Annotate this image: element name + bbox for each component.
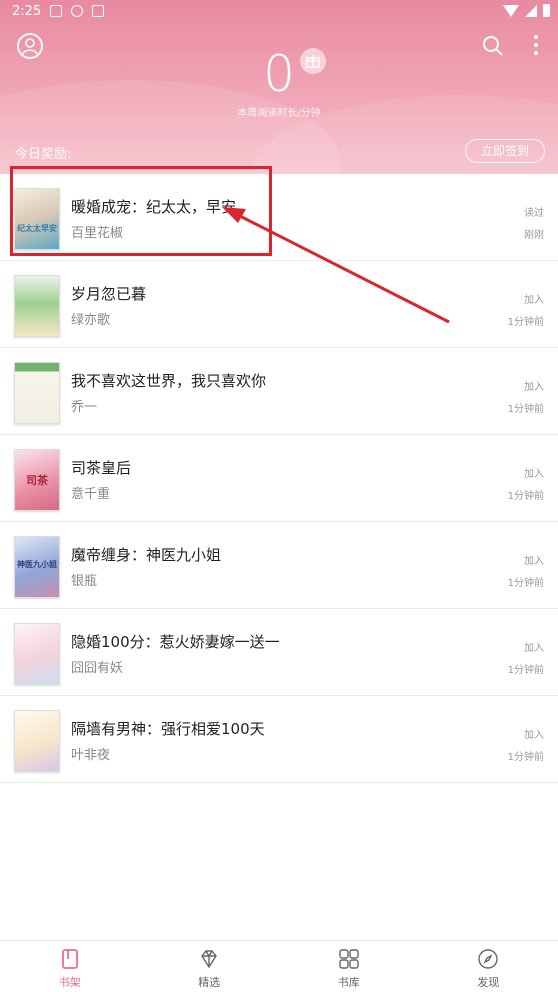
tab-library[interactable]: 书库 xyxy=(279,941,419,992)
battery-icon xyxy=(543,4,550,17)
book-row[interactable]: 司茶 司茶皇后 意千重 加入 1分钟前 xyxy=(0,435,558,522)
book-time: 1分钟前 xyxy=(507,404,544,415)
sync-icon xyxy=(71,5,83,17)
wifi-icon xyxy=(503,4,519,17)
tab-label: 精选 xyxy=(198,976,221,989)
signal-icon xyxy=(525,4,537,17)
cover-text: 神医九小姐 xyxy=(17,560,57,569)
tab-featured[interactable]: 精选 xyxy=(140,941,280,992)
book-status: 加入 xyxy=(524,382,544,393)
book-time: 刚刚 xyxy=(524,230,544,241)
book-row[interactable]: 隐婚100分：惹火娇妻嫁一送一 囧囧有妖 加入 1分钟前 xyxy=(0,609,558,696)
book-status: 加入 xyxy=(524,730,544,741)
book-status: 加入 xyxy=(524,295,544,306)
book-cover: 司茶 xyxy=(14,449,60,511)
tab-discover[interactable]: 发现 xyxy=(419,941,558,992)
book-time: 1分钟前 xyxy=(507,665,544,676)
cover-text: 司茶 xyxy=(26,474,48,487)
book-list: 纪太太早安 暖婚成宠：纪太太，早安 百里花椒 读过 刚刚 岁月忽已暮 绿亦歌 加… xyxy=(0,174,558,783)
book-title: 司茶皇后 xyxy=(71,459,132,477)
app-icon xyxy=(92,5,104,17)
book-title: 我不喜欢这世界，我只喜欢你 xyxy=(71,372,267,390)
book-row[interactable]: 岁月忽已暮 绿亦歌 加入 1分钟前 xyxy=(0,261,558,348)
book-title: 魔帝缠身：神医九小姐 xyxy=(71,546,222,564)
status-time: 2:25 xyxy=(12,4,42,19)
book-cover xyxy=(14,710,60,772)
book-title: 隐婚100分：惹火娇妻嫁一送一 xyxy=(71,633,280,651)
book-time: 1分钟前 xyxy=(507,752,544,763)
tab-label: 书库 xyxy=(337,976,360,989)
compass-icon xyxy=(478,949,498,969)
bookshelf-icon xyxy=(61,949,78,969)
book-author: 银瓶 xyxy=(71,574,98,589)
reward-label: 今日奖励: xyxy=(15,147,72,162)
book-row[interactable]: 我不喜欢这世界，我只喜欢你 乔一 加入 1分钟前 xyxy=(0,348,558,435)
book-status: 读过 xyxy=(524,208,544,219)
gift-icon[interactable] xyxy=(300,48,326,74)
grid-icon xyxy=(339,949,359,969)
book-cover xyxy=(14,623,60,685)
book-status: 加入 xyxy=(524,556,544,567)
book-row[interactable]: 神医九小姐 魔帝缠身：神医九小姐 银瓶 加入 1分钟前 xyxy=(0,522,558,609)
book-title: 岁月忽已暮 xyxy=(71,285,147,303)
status-bar: 2:25 xyxy=(0,0,558,24)
header: 2:25 0 本周阅读时长/分钟 今日奖励: 立即签到 xyxy=(0,0,558,174)
book-cover xyxy=(14,362,60,424)
book-cover: 神医九小姐 xyxy=(14,536,60,598)
tab-label: 发现 xyxy=(477,976,500,989)
diamond-icon xyxy=(201,950,218,969)
book-author: 叶非夜 xyxy=(71,748,111,763)
book-author: 囧囧有妖 xyxy=(71,661,124,676)
notification-icons xyxy=(50,5,104,17)
book-status: 加入 xyxy=(524,643,544,654)
signin-button[interactable]: 立即签到 xyxy=(465,139,545,163)
book-time: 1分钟前 xyxy=(507,491,544,502)
book-row[interactable]: 隔墙有男神：强行相爱100天 叶非夜 加入 1分钟前 xyxy=(0,696,558,783)
book-author: 意千重 xyxy=(71,487,111,502)
book-author: 绿亦歌 xyxy=(71,313,111,328)
reading-time-label: 本周阅读时长/分钟 xyxy=(237,108,321,119)
book-cover xyxy=(14,275,60,337)
book-author: 乔一 xyxy=(71,400,98,415)
bottom-tab-bar: 书架 精选 书库 发现 xyxy=(0,940,558,992)
system-icons xyxy=(503,4,550,17)
book-time: 1分钟前 xyxy=(507,317,544,328)
book-title: 隔墙有男神：强行相爱100天 xyxy=(71,720,265,738)
tab-label: 书架 xyxy=(58,976,81,989)
image-icon xyxy=(50,5,62,17)
annotation-highlight-box xyxy=(10,166,272,256)
book-time: 1分钟前 xyxy=(507,578,544,589)
tab-bookshelf[interactable]: 书架 xyxy=(0,941,140,992)
reading-time-value: 0 xyxy=(263,45,295,103)
book-status: 加入 xyxy=(524,469,544,480)
